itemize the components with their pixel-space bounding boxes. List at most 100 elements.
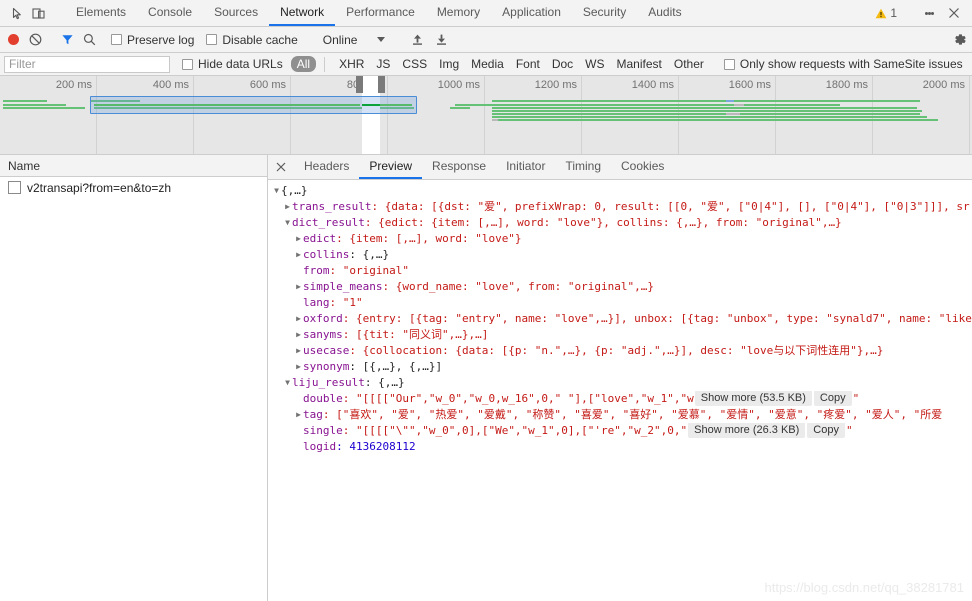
json-row-collins[interactable]: ▶ collins: {,…} xyxy=(272,247,972,263)
timeline-band xyxy=(726,100,734,102)
inspect-cursor-icon[interactable] xyxy=(6,2,28,24)
samesite-issues-box[interactable] xyxy=(723,58,735,70)
json-value: : ["喜欢", "爱", "热爱", "爱戴", "称赞", "喜爱", "喜… xyxy=(322,408,943,421)
filter-input[interactable] xyxy=(4,55,170,73)
type-filter-xhr[interactable]: XHR xyxy=(333,56,370,72)
copy-button-single[interactable]: Copy xyxy=(807,423,845,438)
import-har-icon[interactable] xyxy=(405,30,429,50)
json-value: : "[[[["\"","w_0",0],["We","w_1",0],["'r… xyxy=(342,424,688,437)
json-row-synonym[interactable]: ▶ synonym: [{,…}, {,…}] xyxy=(272,359,972,375)
disable-cache-box[interactable] xyxy=(206,34,218,45)
request-row[interactable]: v2transapi?from=en&to=zh xyxy=(0,177,267,198)
type-filter-ws[interactable]: WS xyxy=(579,56,610,72)
timeline-band xyxy=(3,100,47,102)
json-row-double[interactable]: double: "[[[["Our","w_0","w_0,w_16",0," … xyxy=(272,391,972,407)
disable-cache-checkbox[interactable]: Disable cache xyxy=(206,33,298,47)
type-filter-font[interactable]: Font xyxy=(510,56,546,72)
expand-triangle-icon[interactable]: ▶ xyxy=(294,231,303,247)
type-filter-all[interactable]: All xyxy=(290,56,317,72)
json-value: : {edict: {item: [,…], word: "love"}, co… xyxy=(364,216,842,229)
tab-memory[interactable]: Memory xyxy=(426,0,491,26)
kebab-menu-icon[interactable] xyxy=(918,2,940,24)
expand-triangle-icon[interactable]: ▼ xyxy=(283,375,292,391)
type-filter-manifest[interactable]: Manifest xyxy=(611,56,668,72)
show-more-button-double[interactable]: Show more (53.5 KB) xyxy=(694,391,812,406)
throttling-value: Online xyxy=(322,32,358,47)
expand-triangle-icon[interactable]: ▶ xyxy=(283,199,292,215)
funnel-filter-icon[interactable] xyxy=(56,30,78,50)
json-row-simple-means[interactable]: ▶ simple_means: {word_name: "love", from:… xyxy=(272,279,972,295)
json-row-single[interactable]: single: "[[[["\"","w_0",0],["We","w_1",0… xyxy=(272,423,972,439)
document-icon xyxy=(8,181,21,194)
json-row-logid[interactable]: logid: 4136208112 xyxy=(272,439,972,455)
json-row-tag[interactable]: ▶ tag: ["喜欢", "爱", "热爱", "爱戴", "称赞", "喜爱"… xyxy=(272,407,972,423)
tab-application[interactable]: Application xyxy=(491,0,572,26)
json-row-root[interactable]: ▼ {,…} xyxy=(272,183,972,199)
expand-triangle-icon[interactable]: ▶ xyxy=(294,327,303,343)
timeline-tick-label: 1600 ms xyxy=(728,79,771,91)
tab-audits[interactable]: Audits xyxy=(637,0,692,26)
expand-triangle-icon[interactable]: ▼ xyxy=(283,215,292,231)
preserve-log-checkbox[interactable]: Preserve log xyxy=(111,33,194,47)
tab-network[interactable]: Network xyxy=(269,0,336,26)
tab-security[interactable]: Security xyxy=(572,0,637,26)
tab-initiator[interactable]: Initiator xyxy=(496,155,555,179)
preserve-log-box[interactable] xyxy=(111,34,122,45)
type-filter-media[interactable]: Media xyxy=(465,56,510,72)
close-icon[interactable] xyxy=(942,2,966,24)
type-filter-doc[interactable]: Doc xyxy=(546,56,579,72)
timeline-selection-handle-left[interactable] xyxy=(356,76,363,93)
type-filter-divider xyxy=(324,56,326,72)
timeline-selection-handle-right[interactable] xyxy=(378,76,385,93)
json-row-dict-result[interactable]: ▼ dict_result: {edict: {item: [,…], word:… xyxy=(272,215,972,231)
json-preview-tree[interactable]: ▼ {,…} ▶ trans_result: {data: [{dst: "爱", … xyxy=(268,180,972,601)
type-filter-other[interactable]: Other xyxy=(668,56,710,72)
type-filter-css[interactable]: CSS xyxy=(396,56,433,72)
timeline-band xyxy=(726,113,740,115)
tab-cookies[interactable]: Cookies xyxy=(611,155,674,179)
network-overview-timeline[interactable]: 200 ms 400 ms 600 ms 800 ms 1000 ms 1200… xyxy=(0,76,972,155)
close-detail-icon[interactable] xyxy=(268,155,294,179)
tab-elements[interactable]: Elements xyxy=(65,0,137,26)
tab-preview[interactable]: Preview xyxy=(359,155,423,179)
gear-icon[interactable] xyxy=(946,29,972,51)
expand-triangle-icon[interactable]: ▶ xyxy=(294,279,303,295)
expand-triangle-icon[interactable]: ▶ xyxy=(294,359,303,375)
request-name: v2transapi?from=en&to=zh xyxy=(27,180,172,195)
expand-triangle-icon[interactable]: ▼ xyxy=(272,183,281,199)
clear-icon[interactable] xyxy=(25,30,45,50)
samesite-issues-checkbox[interactable]: Only show requests with SameSite issues xyxy=(723,57,963,71)
hide-data-urls-box[interactable] xyxy=(182,58,193,70)
copy-button-double[interactable]: Copy xyxy=(813,391,852,406)
json-row-sanyms[interactable]: ▶ sanyms: [{tit: "同义词",…},…] xyxy=(272,327,972,343)
hide-data-urls-checkbox[interactable]: Hide data URLs xyxy=(182,57,283,71)
chevron-down-icon xyxy=(377,37,386,42)
type-filter-js[interactable]: JS xyxy=(370,56,396,72)
expand-triangle-icon[interactable]: ▶ xyxy=(294,311,303,327)
json-row-oxford[interactable]: ▶ oxford: {entry: [{tag: "entry", name: "… xyxy=(272,311,972,327)
json-row-trans-result[interactable]: ▶ trans_result: {data: [{dst: "爱", prefix… xyxy=(272,199,972,215)
record-button[interactable] xyxy=(8,34,19,45)
type-filter-img[interactable]: Img xyxy=(433,56,465,72)
tab-response[interactable]: Response xyxy=(422,155,496,179)
device-toolbar-icon[interactable] xyxy=(28,2,50,24)
warning-counter[interactable]: 1 xyxy=(873,6,903,20)
json-row-lang[interactable]: lang: "1" xyxy=(272,295,972,311)
tab-timing[interactable]: Timing xyxy=(555,155,611,179)
expand-triangle-icon[interactable]: ▶ xyxy=(294,407,303,423)
json-row-from[interactable]: from: "original" xyxy=(272,263,972,279)
tab-performance[interactable]: Performance xyxy=(335,0,426,26)
tab-sources[interactable]: Sources xyxy=(203,0,269,26)
throttling-dropdown[interactable]: Online xyxy=(321,33,386,47)
timeline-tick-label: 1800 ms xyxy=(825,79,868,91)
json-row-liju-result[interactable]: ▼ liju_result: {,…} xyxy=(272,375,972,391)
export-har-icon[interactable] xyxy=(429,30,453,50)
expand-triangle-icon[interactable]: ▶ xyxy=(294,343,303,359)
tab-console[interactable]: Console xyxy=(137,0,203,26)
expand-triangle-icon[interactable]: ▶ xyxy=(294,247,303,263)
tab-headers[interactable]: Headers xyxy=(294,155,359,179)
json-row-edict[interactable]: ▶ edict: {item: [,…], word: "love"} xyxy=(272,231,972,247)
show-more-button-single[interactable]: Show more (26.3 KB) xyxy=(688,423,806,438)
search-icon[interactable] xyxy=(78,30,100,50)
json-row-usecase[interactable]: ▶ usecase: {collocation: {data: [{p: "n."… xyxy=(272,343,972,359)
